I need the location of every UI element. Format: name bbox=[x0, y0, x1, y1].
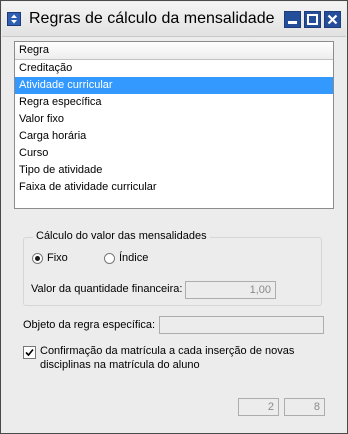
close-button[interactable] bbox=[324, 11, 341, 28]
calculation-group-title: Cálculo do valor das mensalidades bbox=[33, 230, 210, 242]
financial-quantity-label: Valor da quantidade financeira: bbox=[31, 283, 183, 295]
checkmark-icon bbox=[25, 348, 34, 357]
maximize-icon bbox=[307, 14, 318, 25]
minimize-icon bbox=[288, 21, 297, 24]
specific-rule-field[interactable] bbox=[159, 316, 324, 334]
maximize-button[interactable] bbox=[304, 11, 321, 28]
confirmation-checkbox[interactable] bbox=[23, 346, 36, 359]
app-icon bbox=[7, 12, 21, 26]
list-item[interactable]: Tipo de atividade bbox=[15, 162, 333, 179]
list-item[interactable]: Faixa de atividade curricular bbox=[15, 179, 333, 196]
window-title: Regras de cálculo da mensalidade bbox=[29, 10, 275, 27]
list-item[interactable]: Curso bbox=[15, 145, 333, 162]
list-item[interactable]: Valor fixo bbox=[15, 111, 333, 128]
fixed-radio-label[interactable]: Fixo bbox=[47, 252, 68, 264]
list-column-header[interactable]: Regra bbox=[15, 42, 333, 60]
footer-field-b: 8 bbox=[284, 398, 325, 416]
list-item[interactable]: Creditação bbox=[15, 60, 333, 77]
confirmation-label-line2[interactable]: disciplinas na matrícula do aluno bbox=[40, 359, 200, 371]
close-icon bbox=[327, 14, 338, 25]
calculation-groupbox bbox=[23, 237, 322, 306]
fixed-radio[interactable] bbox=[32, 253, 43, 264]
list-item-selected[interactable]: Atividade curricular bbox=[15, 77, 333, 94]
minimize-button[interactable] bbox=[284, 11, 301, 28]
dialog-window: Regras de cálculo da mensalidade Regra C… bbox=[0, 0, 348, 434]
index-radio-label[interactable]: Índice bbox=[119, 252, 148, 264]
list-item[interactable]: Carga horária bbox=[15, 128, 333, 145]
financial-quantity-field[interactable]: 1,00 bbox=[185, 281, 276, 299]
footer-field-a: 2 bbox=[238, 398, 279, 416]
rules-list[interactable]: Regra Creditação Atividade curricular Re… bbox=[14, 41, 334, 209]
confirmation-label-line1[interactable]: Confirmação da matrícula a cada inserção… bbox=[40, 345, 294, 357]
title-bar[interactable]: Regras de cálculo da mensalidade bbox=[2, 2, 346, 37]
list-item[interactable]: Regra específica bbox=[15, 94, 333, 111]
specific-rule-label: Objeto da regra específica: bbox=[23, 319, 156, 331]
index-radio[interactable] bbox=[104, 253, 115, 264]
